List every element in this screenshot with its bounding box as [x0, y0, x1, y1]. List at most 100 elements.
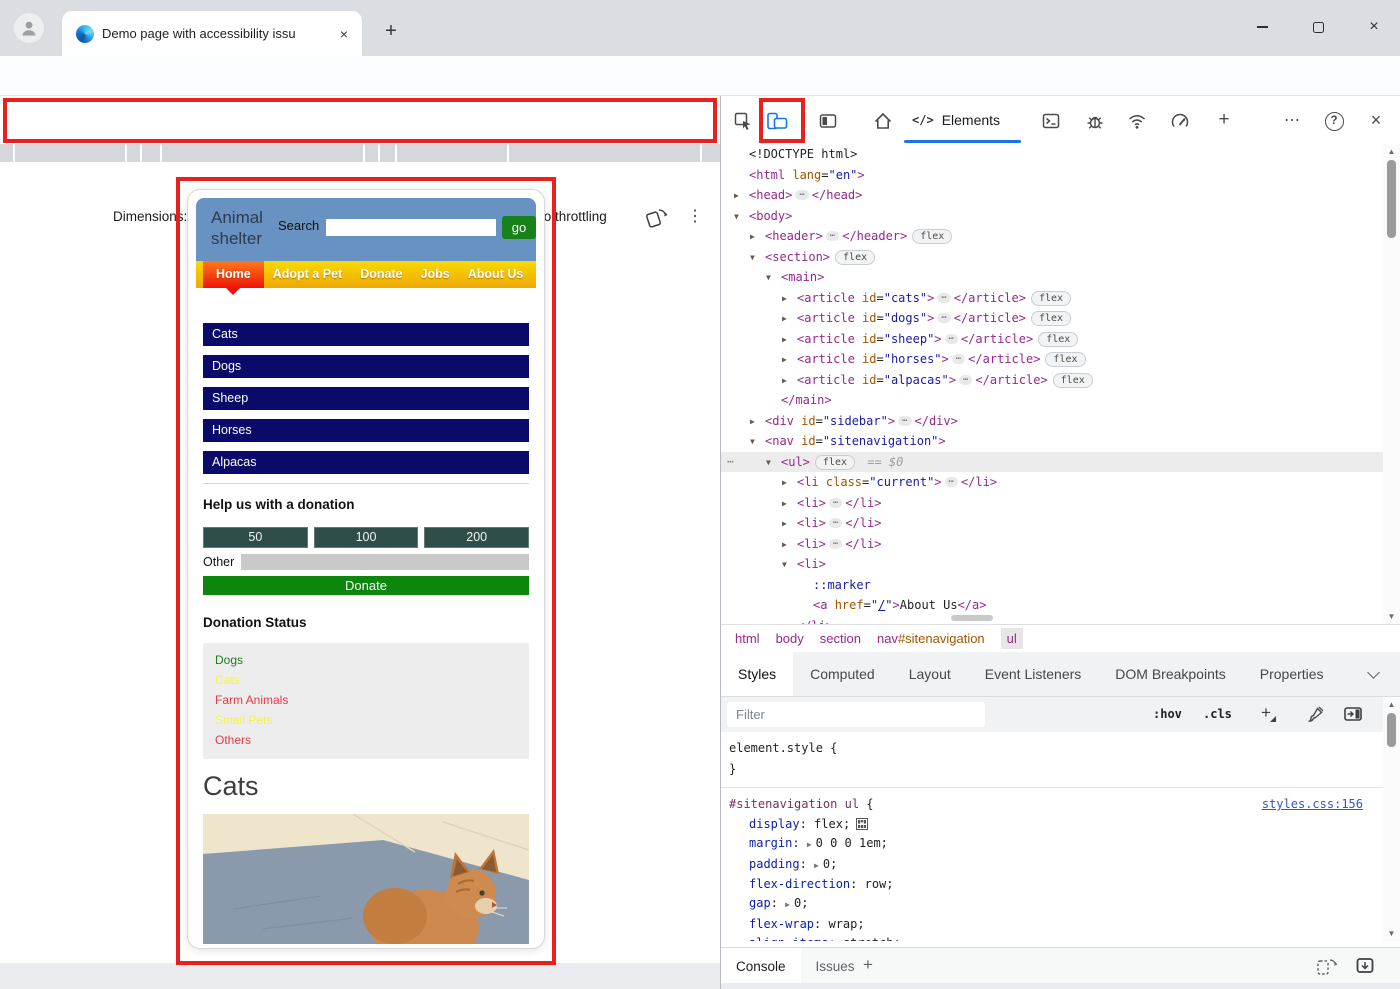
search-go-button[interactable]: go [502, 216, 536, 239]
breadcrumb-item-nav[interactable]: nav#sitenavigation [877, 631, 985, 646]
css-property[interactable]: flex-wrap: wrap; [729, 915, 1375, 934]
expand-arrow-icon[interactable]: ▶ [782, 371, 787, 392]
collapse-arrow-icon[interactable]: ▼ [782, 555, 787, 576]
devtools-close-button[interactable]: × [1363, 107, 1389, 133]
tree-row[interactable]: ▼<nav id="sitenavigation"> [721, 431, 1383, 452]
add-tools-button[interactable]: + [1211, 107, 1237, 133]
dock-side-button[interactable] [816, 109, 840, 133]
tree-row[interactable]: </li> [721, 616, 1383, 625]
network-conditions-button[interactable] [1125, 109, 1149, 133]
tree-row[interactable]: ▶<article id="horses">⋯</article>flex [721, 349, 1383, 370]
other-amount-input[interactable] [241, 554, 529, 570]
inline-expand-icon[interactable]: ⋯ [829, 539, 842, 549]
scroll-up-icon[interactable]: ▲ [1383, 700, 1400, 709]
tree-row[interactable]: ▶<header>⋯</header>flex [721, 226, 1383, 247]
css-property[interactable]: margin: ▶0 0 0 1em; [729, 834, 1375, 855]
expand-arrow-icon[interactable]: ▶ [782, 330, 787, 351]
flex-badge[interactable]: flex [912, 229, 952, 244]
tab-dom-breakpoints[interactable]: DOM Breakpoints [1098, 652, 1242, 696]
tree-row[interactable]: </main> [721, 390, 1383, 411]
console-tab-console[interactable]: Console [721, 948, 801, 984]
expand-arrow-icon[interactable]: ▶ [782, 473, 787, 494]
inline-expand-icon[interactable]: ⋯ [945, 477, 958, 487]
inline-expand-icon[interactable]: ⋯ [898, 416, 911, 426]
inline-expand-icon[interactable]: ⋯ [829, 518, 842, 528]
expand-arrow-icon[interactable]: ▶ [782, 309, 787, 330]
tree-row[interactable]: ⋯▼<ul>flex == $0 [721, 452, 1383, 473]
tree-row[interactable]: ▼<li> [721, 554, 1383, 575]
tree-row[interactable]: <html lang="en"> [721, 165, 1383, 186]
tree-row[interactable]: ▶<article id="alpacas">⋯</article>flex [721, 370, 1383, 391]
console-tab-issues[interactable]: Issues [801, 948, 870, 984]
flex-badge[interactable]: flex [1031, 311, 1071, 326]
css-selector-line[interactable]: element.style { [729, 738, 1375, 759]
window-maximize-button[interactable] [1294, 12, 1342, 42]
expand-arrow-icon[interactable]: ▶ [782, 494, 787, 515]
throttling-select[interactable]: No throttling [534, 209, 607, 224]
expand-arrow-icon[interactable]: ▶ [750, 412, 755, 433]
scroll-down-icon[interactable]: ▼ [1383, 929, 1400, 938]
site-nav-item-donate[interactable]: Donate [351, 261, 411, 288]
performance-button[interactable] [1168, 109, 1192, 133]
tree-row[interactable]: ▶<article id="sheep">⋯</article>flex [721, 329, 1383, 350]
tab-computed[interactable]: Computed [793, 652, 892, 696]
stylesheet-link[interactable]: styles.css:156 [1262, 794, 1363, 815]
scrollbar-thumb[interactable] [1387, 713, 1396, 747]
flex-badge[interactable]: flex [1031, 291, 1071, 306]
browser-tab[interactable]: Demo page with accessibility issu × [62, 11, 362, 56]
animal-link-sheep[interactable]: Sheep [203, 387, 529, 410]
inline-expand-icon[interactable]: ⋯ [937, 293, 950, 303]
tab-close-icon[interactable]: × [334, 24, 354, 44]
animal-link-horses[interactable]: Horses [203, 419, 529, 442]
tree-row[interactable]: ▶<li>⋯</li> [721, 534, 1383, 555]
tab-elements[interactable]: </> Elements [906, 96, 1006, 143]
scroll-up-icon[interactable]: ▲ [1383, 147, 1400, 156]
scrollbar-thumb[interactable] [1387, 160, 1396, 238]
inline-expand-icon[interactable]: ⋯ [952, 354, 965, 364]
row-menu-icon[interactable]: ⋯ [727, 452, 734, 473]
expand-arrow-icon[interactable]: ▶ [782, 514, 787, 535]
inline-expand-icon[interactable]: ⋯ [826, 231, 839, 241]
tree-row[interactable]: ▼<section>flex [721, 247, 1383, 268]
styles-scrollbar[interactable]: ▲ ▼ [1383, 697, 1400, 941]
tree-scrollbar[interactable]: ▲ ▼ [1383, 144, 1400, 624]
expand-drawer-button[interactable] [1355, 956, 1375, 975]
css-property[interactable]: flex-direction: row; [729, 875, 1375, 894]
toggle-device-emulation-button[interactable] [765, 109, 789, 133]
rotate-device-button[interactable] [644, 206, 670, 228]
tree-row[interactable]: ▶<head>⋯</head> [721, 185, 1383, 206]
console-panel-button[interactable] [1039, 109, 1063, 133]
status-link-farm-animals[interactable]: Farm Animals [215, 690, 517, 710]
open-sidebar-panel-button[interactable] [1343, 705, 1363, 723]
breadcrumb-item-html[interactable]: html [735, 631, 760, 646]
debug-panel-button[interactable] [1083, 109, 1107, 133]
flex-badge[interactable]: flex [1053, 373, 1093, 388]
expand-arrow-icon[interactable]: ▶ [734, 186, 739, 207]
status-link-dogs[interactable]: Dogs [215, 650, 517, 670]
inline-expand-icon[interactable]: ⋯ [795, 190, 808, 200]
tree-row[interactable]: ▶<li class="current">⋯</li> [721, 472, 1383, 493]
collapse-arrow-icon[interactable]: ▼ [766, 453, 771, 474]
breadcrumb-item-ul[interactable]: ul [1001, 628, 1023, 649]
donate-button[interactable]: Donate [203, 576, 529, 595]
tree-row[interactable]: <!DOCTYPE html> [721, 144, 1383, 165]
css-selector-line[interactable]: #sitenavigation ul {styles.css:156 [729, 794, 1375, 815]
collapse-arrow-icon[interactable]: ▼ [750, 248, 755, 269]
tree-row[interactable]: ▼<main> [721, 267, 1383, 288]
expand-arrow-icon[interactable]: ▶ [750, 227, 755, 248]
toggle-pseudo-class-button[interactable]: :hov [1153, 707, 1182, 721]
flex-badge[interactable]: flex [815, 455, 855, 470]
inline-expand-icon[interactable]: ⋯ [829, 498, 842, 508]
animal-link-alpacas[interactable]: Alpacas [203, 451, 529, 474]
tree-row[interactable]: ▶<li>⋯</li> [721, 493, 1383, 514]
tree-row[interactable]: ▼<body> [721, 206, 1383, 227]
amount-button-50[interactable]: 50 [203, 527, 308, 548]
amount-button-200[interactable]: 200 [424, 527, 529, 548]
flex-badge[interactable]: flex [835, 250, 875, 265]
site-nav-item-adopt-a-pet[interactable]: Adopt a Pet [264, 261, 351, 288]
expand-arrow-icon[interactable]: ▶ [814, 861, 819, 870]
inspect-element-button[interactable] [731, 109, 755, 133]
inline-expand-icon[interactable]: ⋯ [937, 313, 950, 323]
collapse-arrow-icon[interactable]: ▼ [750, 432, 755, 453]
search-input[interactable] [326, 219, 496, 236]
